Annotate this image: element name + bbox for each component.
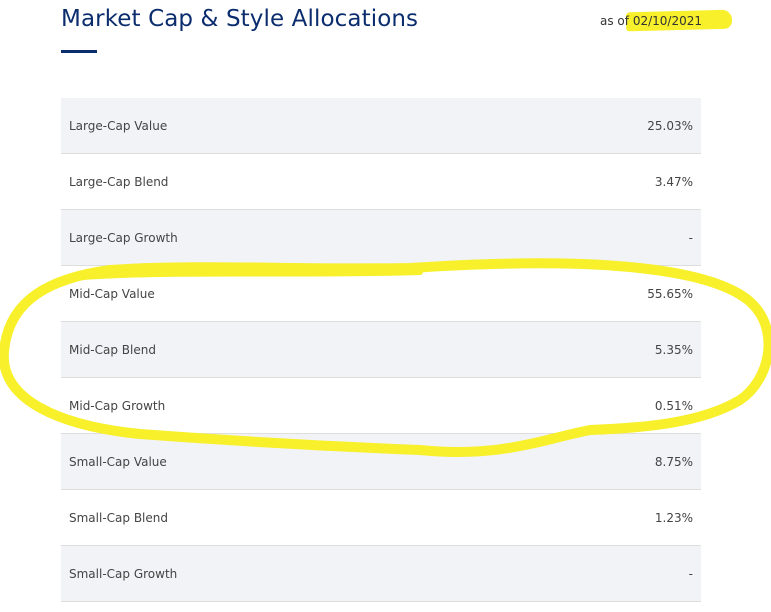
row-label: Small-Cap Blend [69, 510, 168, 525]
row-value: 1.23% [654, 510, 693, 525]
row-value: - [688, 566, 693, 581]
title-underline [61, 50, 97, 53]
page-title: Market Cap & Style Allocations [61, 6, 419, 32]
table-row: Mid-Cap Blend 5.35% [61, 322, 701, 378]
row-label: Mid-Cap Value [69, 286, 155, 301]
row-value: 3.47% [654, 174, 693, 189]
table-row: Small-Cap Growth - [61, 546, 701, 602]
row-label: Large-Cap Growth [69, 230, 178, 245]
table-row: Large-Cap Blend 3.47% [61, 154, 701, 210]
row-value: 8.75% [654, 454, 693, 469]
row-label: Large-Cap Blend [69, 174, 169, 189]
table-row: Large-Cap Growth - [61, 210, 701, 266]
allocation-table: Large-Cap Value 25.03% Large-Cap Blend 3… [61, 98, 701, 602]
row-value: 25.03% [647, 118, 693, 133]
row-value: - [688, 230, 693, 245]
table-row: Large-Cap Value 25.03% [61, 98, 701, 154]
row-value: 5.35% [654, 342, 693, 357]
as-of-date: as of 02/10/2021 [600, 14, 702, 28]
as-of-label: as of [600, 14, 629, 28]
table-row: Small-Cap Blend 1.23% [61, 490, 701, 546]
row-label: Mid-Cap Blend [69, 342, 156, 357]
row-label: Small-Cap Value [69, 454, 167, 469]
table-row: Small-Cap Value 8.75% [61, 434, 701, 490]
table-row: Mid-Cap Value 55.65% [61, 266, 701, 322]
row-label: Mid-Cap Growth [69, 398, 166, 413]
as-of-date-value: 02/10/2021 [632, 14, 702, 28]
table-row: Mid-Cap Growth 0.51% [61, 378, 701, 434]
row-value: 55.65% [647, 286, 693, 301]
row-value: 0.51% [654, 398, 693, 413]
row-label: Large-Cap Value [69, 118, 168, 133]
row-label: Small-Cap Growth [69, 566, 178, 581]
